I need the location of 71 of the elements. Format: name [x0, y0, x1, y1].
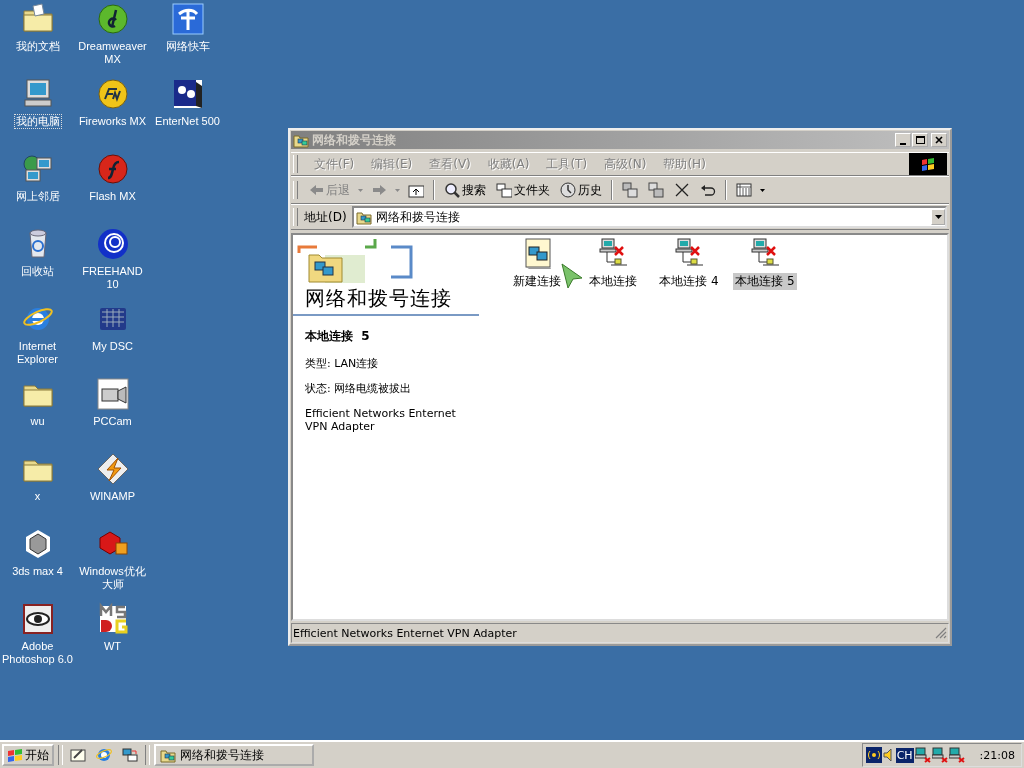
folder-icon	[293, 132, 309, 148]
status-text: Efficient Networks Enternet VPN Adapter	[293, 626, 517, 640]
volume-icon[interactable]	[882, 747, 895, 763]
lightning-icon[interactable]	[95, 452, 130, 486]
camera-icon[interactable]	[95, 377, 130, 411]
round-logo-icon[interactable]	[95, 77, 130, 111]
desktop-icon-label[interactable]: EnterNet 500	[154, 115, 221, 128]
connection-label[interactable]: 本地连接	[587, 273, 639, 290]
connection-label[interactable]: 新建连接	[511, 273, 563, 290]
device-name: Efficient Networks Enternet VPN Adapter	[305, 407, 457, 433]
wireless-icon[interactable]	[865, 747, 882, 763]
history-button[interactable]: 历史	[556, 179, 606, 201]
desktop-icon-label[interactable]: Flash MX	[88, 190, 137, 203]
connection-type: 类型: LAN连接	[305, 357, 380, 370]
desktop-icon-label[interactable]: 网络快车	[164, 40, 211, 53]
search-icon[interactable]	[444, 182, 460, 198]
desktop-icon-label[interactable]: wu	[29, 415, 46, 428]
connection-name: 本地连接 5	[305, 328, 371, 345]
network-computer-icon[interactable]	[673, 237, 705, 269]
clock-icon[interactable]	[560, 182, 576, 198]
folder-icon	[355, 209, 372, 225]
desktop-icon-label[interactable]: x	[33, 490, 42, 503]
desktop-icon-label[interactable]: Adobe Photoshop 6.0	[0, 640, 75, 666]
connection-status: 状态: 网络电缆被拔出	[305, 382, 413, 395]
desktop-icon-label[interactable]: Fireworks MX	[77, 115, 148, 128]
dropdown-caret-icon[interactable]	[758, 188, 767, 192]
resize-grip-icon[interactable]	[935, 627, 947, 639]
caret-icon[interactable]	[934, 215, 942, 219]
desktop-icon-label[interactable]: 回收站	[20, 265, 55, 278]
desktop-icon-label[interactable]: Windows优化大师	[75, 565, 150, 591]
taskbar-button[interactable]: 网络和拨号连接	[154, 744, 314, 766]
desktop-icon-label[interactable]: FREEHAND 10	[75, 265, 150, 291]
address-field[interactable]: 网络和拨号连接	[351, 206, 947, 228]
address-label: 地址(D)	[304, 208, 348, 226]
folders-button[interactable]: 文件夹	[492, 179, 554, 201]
dropdown-button[interactable]	[931, 209, 945, 225]
show-desktop-icon[interactable]	[70, 747, 86, 763]
desktop-icon-label[interactable]: WT	[102, 640, 123, 653]
banner-title: 网络和拨号连接	[293, 285, 479, 316]
windows-flag-icon[interactable]	[7, 748, 23, 762]
desktop-icon-label[interactable]: Dreamweaver MX	[75, 40, 150, 66]
desktop-icon-label[interactable]: WINAMP	[88, 490, 137, 503]
desktop-icon-label[interactable]: 我的文档	[14, 40, 61, 53]
cursor-icon	[561, 263, 583, 289]
menu-item[interactable]: 工具(T)	[536, 155, 595, 173]
round-logo-icon[interactable]	[95, 227, 130, 261]
network-computer-icon[interactable]	[749, 237, 781, 269]
folders-icon[interactable]	[496, 182, 512, 198]
desktop-icon-label[interactable]: My DSC	[91, 340, 134, 353]
desktop-icon-label[interactable]: Internet Explorer	[0, 340, 75, 366]
network-disconnected-icon[interactable]	[914, 747, 931, 763]
desktop-icon-label[interactable]: 3ds max 4	[11, 565, 64, 578]
windows-flag-icon	[920, 157, 936, 171]
input-language-indicator[interactable]: CH	[895, 747, 914, 763]
eye-icon[interactable]	[20, 602, 55, 636]
network-disconnected-icon[interactable]	[948, 747, 965, 763]
connection-label[interactable]: 本地连接 4	[657, 273, 721, 290]
desktop-icon-label[interactable]: PCCam	[92, 415, 133, 428]
window-title: 网络和拨号连接	[312, 131, 397, 149]
folder-icon[interactable]	[160, 747, 176, 763]
network-computer-icon[interactable]	[597, 237, 629, 269]
desktop-icon-label[interactable]: 我的电脑	[14, 115, 61, 128]
browser-icon[interactable]	[96, 747, 112, 763]
clock[interactable]: :21:08	[979, 748, 1015, 762]
monitors-icon[interactable]	[122, 747, 138, 763]
connection-label[interactable]: 本地连接 5	[733, 273, 797, 290]
network-disconnected-icon[interactable]	[931, 747, 948, 763]
round-logo-icon[interactable]	[95, 2, 130, 36]
search-button[interactable]: 搜索	[440, 179, 490, 201]
start-button[interactable]: 开始	[2, 744, 54, 766]
desktop-icon-label[interactable]: 网上邻居	[14, 190, 61, 203]
